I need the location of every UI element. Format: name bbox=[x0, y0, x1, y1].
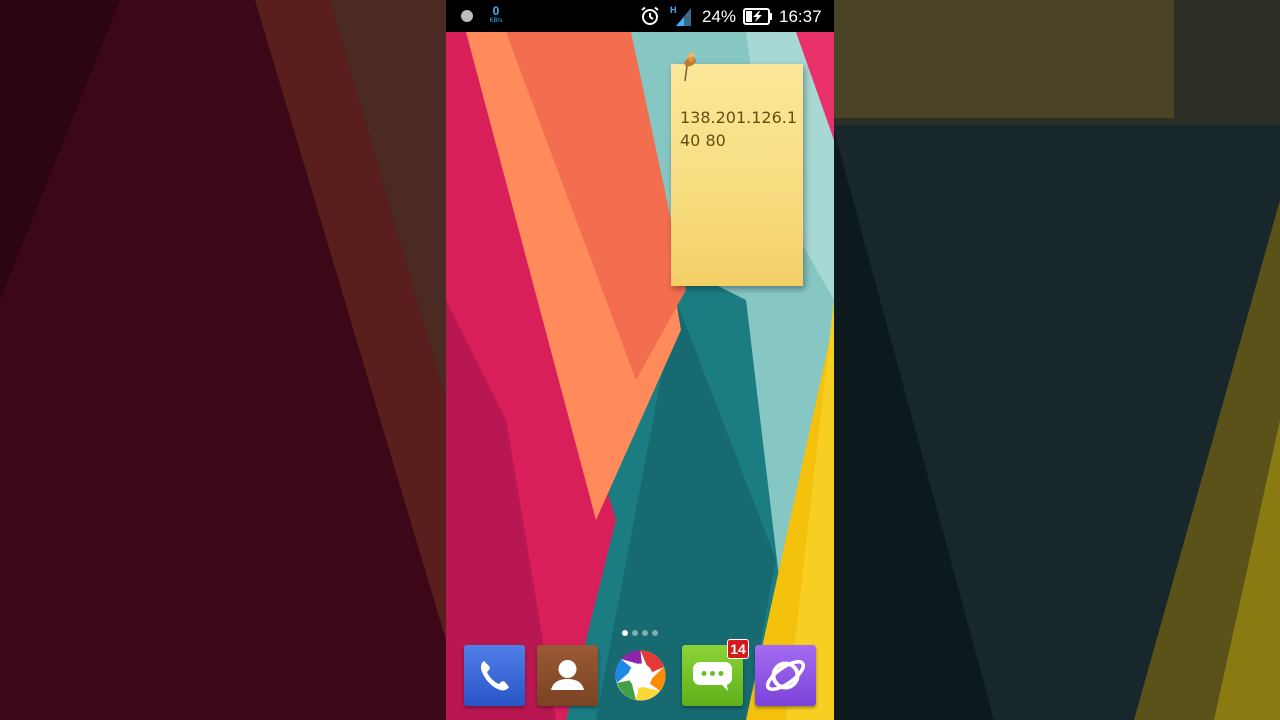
clock: 16:37 bbox=[779, 7, 822, 26]
phone-icon bbox=[480, 661, 509, 691]
network-type: H bbox=[670, 5, 677, 15]
network-speed-unit: KB/s bbox=[489, 18, 503, 24]
notification-dot-icon bbox=[461, 10, 473, 22]
sticky-note-widget[interactable]: 138.201.126.140 80 bbox=[671, 64, 803, 286]
contacts-app-button[interactable] bbox=[537, 645, 598, 706]
blurred-background-left bbox=[0, 0, 446, 720]
status-bar: 0 KB/s H 24% 16:37 bbox=[446, 0, 834, 32]
contacts-icon bbox=[551, 660, 584, 690]
pushpin-icon bbox=[684, 52, 696, 82]
page-dot bbox=[642, 630, 648, 636]
battery-icon bbox=[743, 8, 772, 25]
unread-messages-badge: 14 bbox=[727, 639, 749, 659]
gallery-icon bbox=[615, 650, 666, 701]
signal-icon: H bbox=[670, 5, 691, 26]
page-dot bbox=[622, 630, 628, 636]
page-indicator bbox=[622, 630, 658, 636]
phone-screen: 0 KB/s H 24% 16:37 138.201.126.140 80 14 bbox=[446, 0, 834, 720]
page-dot bbox=[632, 630, 638, 636]
gallery-app-button[interactable] bbox=[610, 645, 671, 706]
blurred-background-right bbox=[834, 0, 1280, 720]
page-dot bbox=[652, 630, 658, 636]
battery-percent: 24% bbox=[702, 7, 737, 26]
browser-app-button[interactable] bbox=[755, 645, 816, 706]
phone-app-button[interactable] bbox=[464, 645, 525, 706]
network-speed: 0 KB/s bbox=[486, 5, 506, 24]
alarm-icon bbox=[641, 6, 659, 25]
network-speed-value: 0 bbox=[492, 4, 500, 18]
browser-icon bbox=[765, 660, 806, 691]
sticky-note-text: 138.201.126.140 80 bbox=[680, 108, 798, 150]
screen-recording-frame: 0 KB/s H 24% 16:37 138.201.126.140 80 14 bbox=[0, 0, 1280, 720]
